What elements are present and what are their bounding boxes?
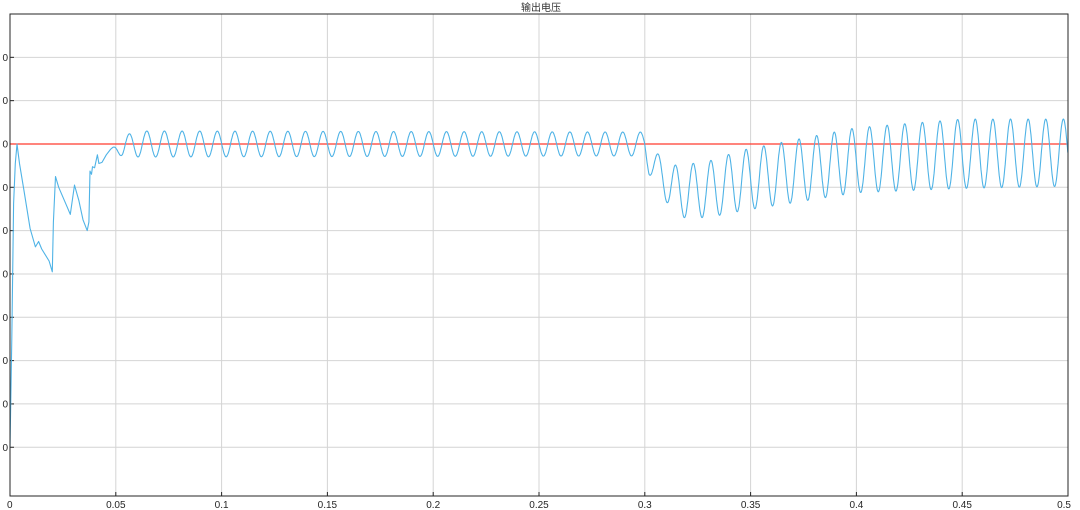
- y-tick-label: 0: [2, 53, 8, 64]
- y-tick-label: 0: [2, 313, 8, 324]
- y-tick-label: 0: [2, 356, 8, 367]
- x-tick-label: 0.05: [106, 500, 126, 510]
- x-tick-label: 0.4: [849, 500, 863, 510]
- x-tick-label: 0.25: [529, 500, 549, 510]
- x-tick-label: 0.35: [741, 500, 761, 510]
- y-tick-label: 0: [2, 139, 8, 150]
- y-tick-label: 0: [2, 96, 8, 107]
- y-tick-label: 0: [2, 226, 8, 237]
- y-tick-label: 0: [2, 183, 8, 194]
- x-tick-label: 0.15: [318, 500, 338, 510]
- x-tick-label: 0: [7, 500, 13, 510]
- chart-background: [0, 0, 1080, 510]
- x-tick-label: 0.45: [952, 500, 972, 510]
- x-tick-label: 0.1: [215, 500, 229, 510]
- scope-chart: 输出电压 0 0 0 0 0 0 0 0 0 0 0 0.05 0.1 0.15 0.2 0.25 0.3 0.…: [0, 0, 1080, 510]
- x-tick-label: 0.5: [1057, 500, 1071, 510]
- y-tick-label: 0: [2, 399, 8, 410]
- x-tick-label: 0.2: [426, 500, 440, 510]
- y-tick-label: 0: [2, 269, 8, 280]
- chart-title: 输出电压: [521, 1, 561, 14]
- x-tick-label: 0.3: [638, 500, 652, 510]
- y-tick-label: 0: [2, 443, 8, 454]
